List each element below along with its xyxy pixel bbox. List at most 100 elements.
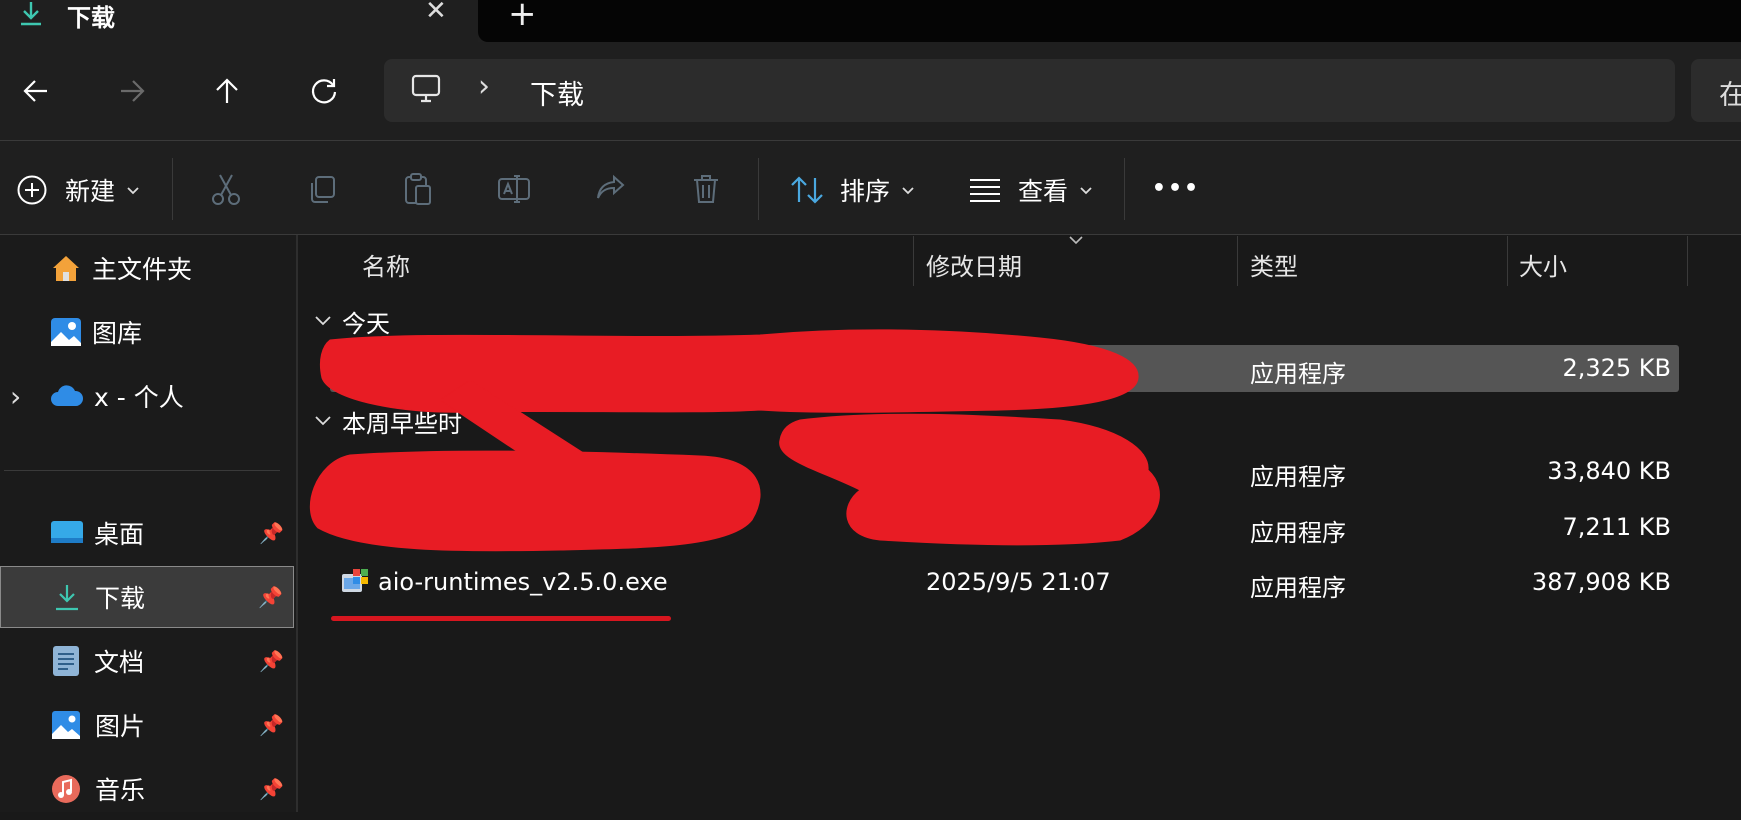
pin-icon: 📌 <box>258 585 283 609</box>
share-icon <box>597 174 625 199</box>
document-icon <box>53 646 79 676</box>
desktop-icon <box>51 521 83 543</box>
chevron-down-icon <box>902 187 914 195</box>
file-size: 7,211 KB <box>1562 513 1671 541</box>
new-button[interactable]: 新建 <box>16 165 141 215</box>
share-button[interactable] <box>582 161 638 217</box>
more-icon: ••• <box>1151 175 1201 201</box>
search-placeholder: 在 <box>1719 80 1741 111</box>
column-divider[interactable] <box>1687 236 1688 286</box>
sidebar-item-label: 图片 <box>95 712 146 741</box>
breadcrumb-separator[interactable]: › <box>478 69 490 104</box>
column-header-type[interactable]: 类型 <box>1250 247 1298 282</box>
sidebar-item-label: 文档 <box>94 648 145 677</box>
onedrive-icon <box>51 385 84 406</box>
delete-button[interactable] <box>678 161 734 217</box>
sidebar-item-desktop[interactable]: 桌面 📌 <box>0 502 294 564</box>
sidebar-item-gallery[interactable]: 图库 <box>0 301 294 363</box>
sidebar-item-documents[interactable]: 文档 📌 <box>0 630 294 692</box>
new-tab-button[interactable]: + <box>508 0 537 34</box>
up-button[interactable] <box>199 63 255 119</box>
download-icon <box>18 0 44 30</box>
table-row[interactable]: 应用程序 2,325 KB <box>330 345 1679 392</box>
view-button-label: 查看 <box>1018 177 1069 206</box>
search-input[interactable]: 在 <box>1691 59 1741 122</box>
sidebar-item-label: 桌面 <box>94 520 145 549</box>
cut-button[interactable] <box>198 161 254 217</box>
chevron-down-icon <box>315 316 331 326</box>
expand-chevron-icon[interactable]: › <box>10 380 50 413</box>
refresh-icon <box>311 79 337 104</box>
view-list-icon <box>970 179 1000 202</box>
group-label: 本周早些时 <box>342 409 462 438</box>
sidebar-item-label: 主文件夹 <box>92 255 193 284</box>
sidebar-divider <box>4 470 280 471</box>
sort-button[interactable]: 排序 <box>790 165 916 215</box>
group-header-today[interactable]: 今天 <box>314 304 390 338</box>
tab-title: 下载 <box>67 4 115 32</box>
rename-button[interactable] <box>486 161 542 217</box>
trash-icon <box>694 175 718 203</box>
copy-button[interactable] <box>294 161 350 217</box>
breadcrumb-current[interactable]: 下载 <box>530 73 584 112</box>
arrow-right-icon <box>121 80 145 102</box>
address-bar[interactable]: › 下载 <box>384 59 1675 122</box>
refresh-button[interactable] <box>296 63 352 119</box>
pin-icon: 📌 <box>259 649 284 673</box>
sidebar-item-music[interactable]: 音乐 📌 <box>0 758 294 820</box>
tab-downloads[interactable]: 下载 ✕ <box>0 0 478 42</box>
close-tab-icon[interactable]: ✕ <box>425 0 447 26</box>
paste-button[interactable] <box>390 161 446 217</box>
download-icon <box>56 585 78 611</box>
sidebar-item-home[interactable]: 主文件夹 <box>0 237 294 299</box>
toolbar-divider <box>758 158 759 220</box>
sort-button-label: 排序 <box>840 177 891 206</box>
sidebar-item-label: 音乐 <box>95 776 146 805</box>
back-button[interactable] <box>8 63 64 119</box>
table-row[interactable]: 应用程序 7,211 KB <box>330 502 1679 552</box>
more-options-button[interactable]: ••• <box>1152 163 1200 213</box>
table-row[interactable]: 应用程序 33,840 KB <box>330 446 1679 496</box>
file-type: 应用程序 <box>1250 574 1346 602</box>
chevron-down-icon <box>1080 187 1092 195</box>
pin-icon: 📌 <box>259 713 284 737</box>
this-pc-icon <box>410 73 442 109</box>
sidebar-item-downloads[interactable]: 下载 📌 <box>0 566 294 628</box>
arrow-up-icon <box>216 78 238 103</box>
group-label: 今天 <box>342 309 390 338</box>
column-divider[interactable] <box>1237 236 1238 286</box>
sort-icon <box>791 176 823 204</box>
file-type: 应用程序 <box>1250 463 1346 491</box>
highlight-underline <box>331 616 671 621</box>
column-header-date[interactable]: 修改日期 <box>926 247 1022 282</box>
navigation-pane: 主文件夹 图库 › x - 个人 桌面 📌 下载 📌 文档 📌 图片 📌 音乐 … <box>0 235 298 812</box>
column-header-size[interactable]: 大小 <box>1519 247 1567 282</box>
file-size: 33,840 KB <box>1547 457 1671 485</box>
sidebar-item-pictures[interactable]: 图片 📌 <box>0 694 294 756</box>
forward-button[interactable] <box>104 63 160 119</box>
column-header-name[interactable]: 名称 <box>362 247 410 282</box>
file-size: 387,908 KB <box>1531 568 1671 596</box>
group-header-earlier-this-week[interactable]: 本周早些时 <box>314 404 462 438</box>
column-divider[interactable] <box>913 236 914 286</box>
rename-icon <box>498 175 530 203</box>
pin-icon: 📌 <box>259 521 284 545</box>
file-type: 应用程序 <box>1250 519 1346 547</box>
copy-icon <box>311 176 335 203</box>
pictures-icon <box>52 711 80 739</box>
sidebar-item-label: x - 个人 <box>94 383 184 412</box>
file-type: 应用程序 <box>1250 360 1346 388</box>
chevron-down-icon <box>315 416 331 426</box>
new-button-label: 新建 <box>65 177 116 206</box>
column-divider[interactable] <box>1507 236 1508 286</box>
file-size: 2,325 KB <box>1562 354 1671 382</box>
toolbar-divider <box>1124 158 1125 220</box>
table-row[interactable]: aio-runtimes_v2.5.0.exe 2025/9/5 21:07 应… <box>330 558 1679 608</box>
clipboard-icon <box>405 173 431 205</box>
sidebar-item-onedrive[interactable]: › x - 个人 <box>0 365 294 427</box>
scissors-icon <box>212 174 240 205</box>
view-button[interactable]: 查看 <box>968 165 1094 215</box>
plus-circle-icon <box>17 175 47 205</box>
sort-indicator-icon <box>1068 230 1084 249</box>
tab-strip-empty: + <box>478 0 1741 42</box>
